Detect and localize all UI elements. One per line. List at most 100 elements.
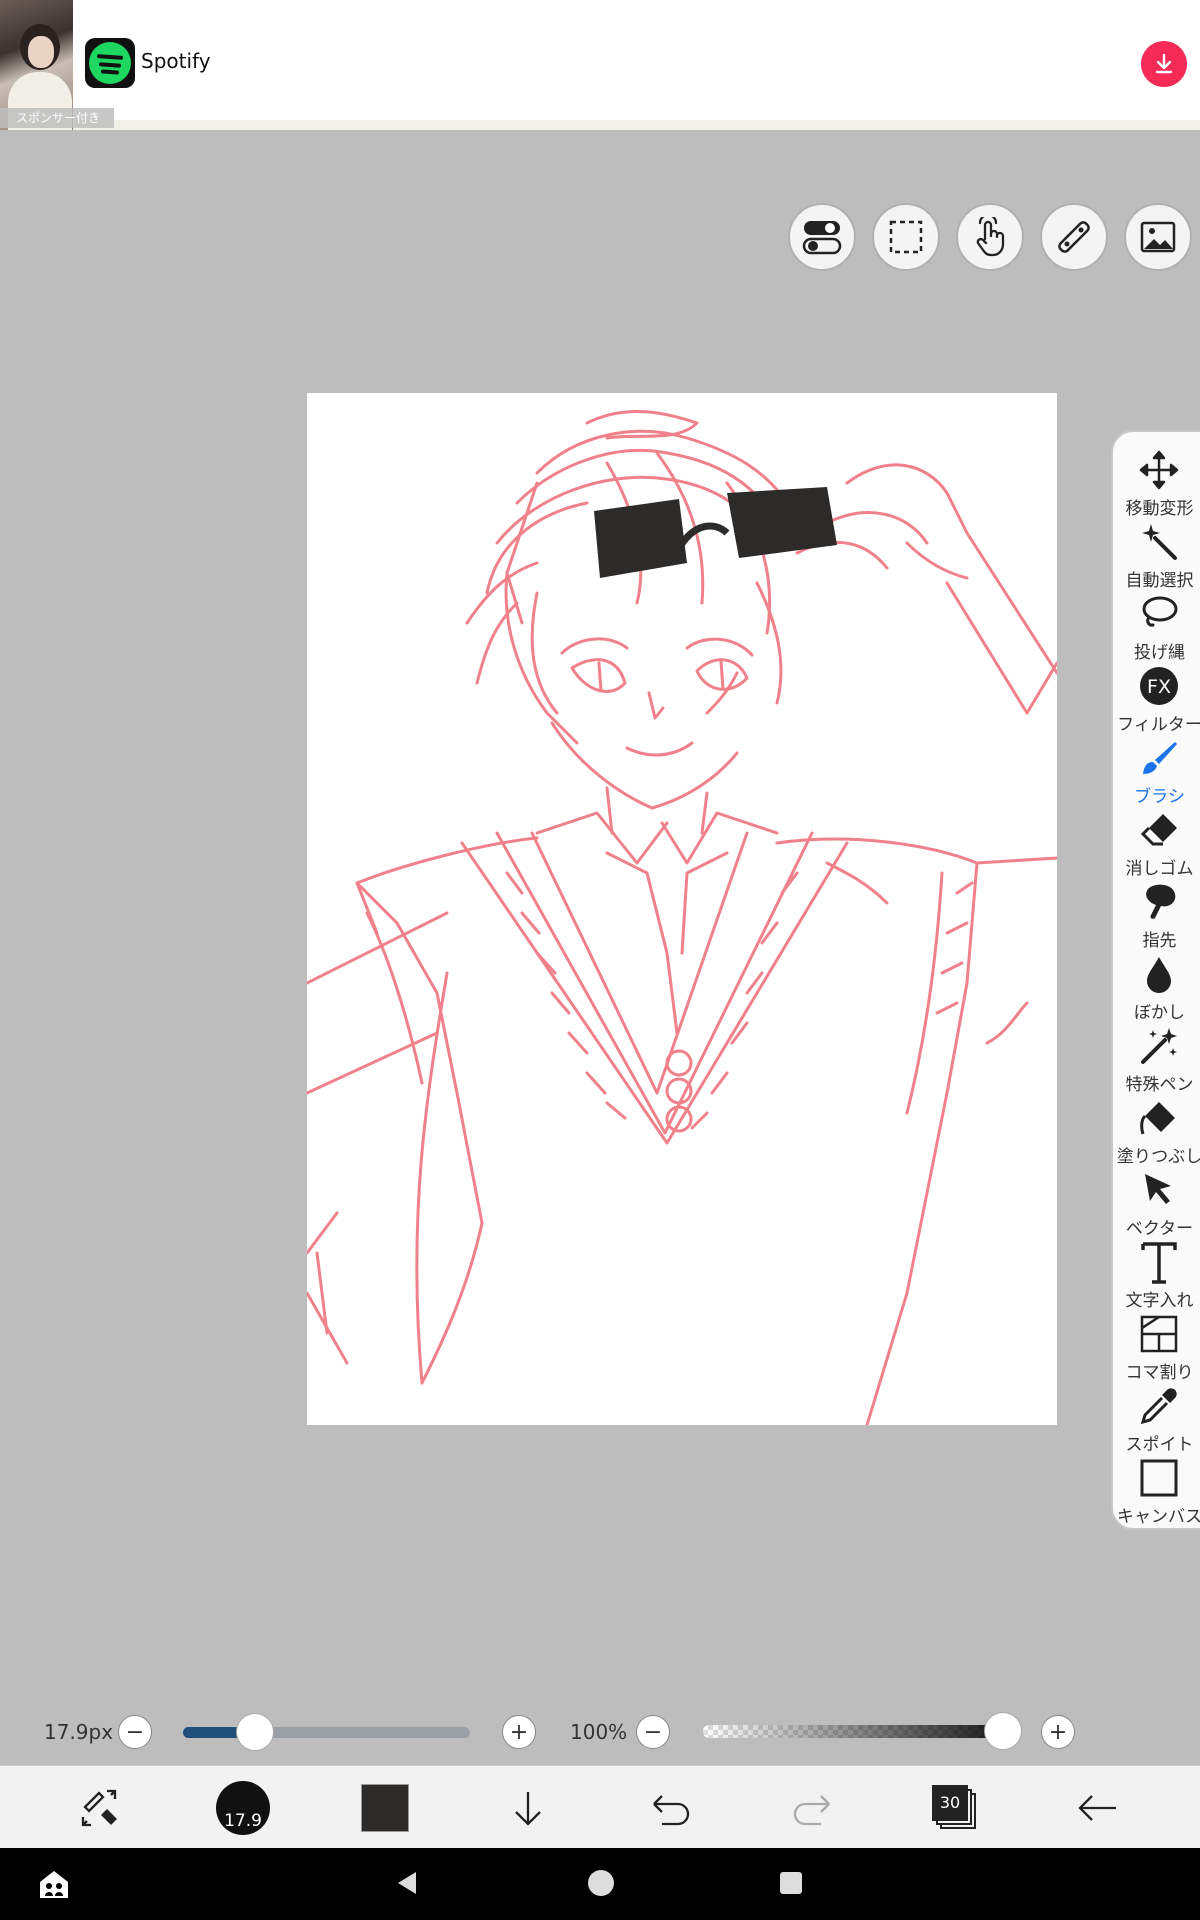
- download-icon: [1155, 53, 1173, 74]
- tool-label: 文字入れ: [1125, 1291, 1194, 1311]
- bottom-toolbar: 17.9 30: [0, 1765, 1200, 1848]
- tool-label: スポイト: [1125, 1435, 1194, 1455]
- tool-special-pen[interactable]: 特殊ペン: [1113, 1022, 1200, 1095]
- layers-icon: 30: [932, 1784, 978, 1831]
- tool-label: 消しゴム: [1125, 859, 1194, 879]
- vector-cursor-icon: [1145, 1174, 1171, 1204]
- opacity-minus-button[interactable]: −: [636, 1715, 670, 1749]
- tool-blur[interactable]: ぼかし: [1113, 950, 1200, 1023]
- current-color-swatch: [361, 1783, 409, 1832]
- tool-panel-divide[interactable]: コマ割り: [1113, 1310, 1200, 1383]
- hand-button[interactable]: [956, 203, 1024, 271]
- tool-label: ブラシ: [1134, 787, 1185, 807]
- opacity-value: 100%: [570, 1720, 628, 1744]
- layer-count: 30: [932, 1784, 968, 1821]
- arrow-down-icon: [515, 1791, 541, 1826]
- special-pen-icon: [1141, 1028, 1177, 1064]
- tool-label: フィルター: [1117, 715, 1200, 735]
- save-download-button[interactable]: [488, 1766, 568, 1849]
- opacity-plus-button[interactable]: +: [1041, 1715, 1075, 1749]
- tool-fill[interactable]: 塗りつぶし: [1113, 1094, 1200, 1167]
- layers-button[interactable]: 30: [915, 1766, 995, 1849]
- image-icon: [1140, 221, 1176, 253]
- ad-title[interactable]: Spotify: [141, 49, 211, 73]
- tool-label: 投げ縄: [1134, 643, 1185, 663]
- undo-button[interactable]: [630, 1766, 710, 1849]
- ad-sponsor-label: スポンサー付き: [0, 108, 114, 128]
- tool-brush[interactable]: ブラシ: [1113, 734, 1200, 807]
- tool-label: 自動選択: [1125, 571, 1194, 591]
- move-arrows-icon: [1139, 450, 1179, 490]
- arrow-left-icon: [1078, 1794, 1116, 1821]
- svg-text:FX: FX: [1147, 676, 1171, 698]
- lasso-icon: [1142, 596, 1178, 627]
- magic-wand-icon: [1142, 524, 1177, 560]
- sketch-drawing: [307, 410, 1057, 1425]
- tool-label: コマ割り: [1125, 1363, 1194, 1383]
- text-icon: [1141, 1242, 1177, 1284]
- marquee-select-icon: [889, 220, 923, 254]
- material-button[interactable]: [1124, 203, 1192, 271]
- panel-divide-icon: [1140, 1315, 1178, 1353]
- brush-icon: [1143, 742, 1177, 774]
- tool-auto-select[interactable]: 自動選択: [1113, 518, 1200, 591]
- tool-move-transform[interactable]: 移動変形: [1113, 446, 1200, 519]
- color-swatch-button[interactable]: [345, 1766, 425, 1849]
- brush-size-badge: 17.9: [216, 1780, 270, 1835]
- smudge-finger-icon: [1146, 884, 1176, 919]
- brush-size-preview-button[interactable]: 17.9: [203, 1766, 283, 1849]
- tool-label: 塗りつぶし: [1116, 1147, 1200, 1167]
- nav-back-button[interactable]: [392, 1868, 426, 1902]
- eyedropper-icon: [1140, 1388, 1177, 1425]
- ad-banner[interactable]: スポンサー付き Spotify: [0, 0, 1200, 130]
- fill-bucket-icon: [1140, 1102, 1175, 1135]
- back-button[interactable]: [1058, 1766, 1138, 1849]
- download-button[interactable]: [1141, 41, 1187, 87]
- tool-eyedropper[interactable]: スポイト: [1113, 1382, 1200, 1455]
- accessibility-button[interactable]: [36, 1866, 76, 1902]
- toggle-settings-button[interactable]: [788, 203, 856, 271]
- brush-eraser-swap-button[interactable]: [60, 1766, 140, 1849]
- drawing-canvas[interactable]: [307, 393, 1057, 1425]
- tool-label: 特殊ペン: [1125, 1075, 1194, 1095]
- nav-recents-button[interactable]: [780, 1872, 802, 1894]
- tool-label: キャンバス: [1117, 1507, 1200, 1527]
- brush-size-plus-button[interactable]: +: [502, 1715, 536, 1749]
- home-people-icon: [40, 1871, 68, 1898]
- canvas-icon: [1140, 1459, 1178, 1497]
- tool-eraser[interactable]: 消しゴム: [1113, 806, 1200, 879]
- tool-label: 指先: [1142, 931, 1177, 951]
- toggle-icon: [802, 221, 842, 255]
- redo-icon: [793, 1794, 830, 1825]
- opacity-slider[interactable]: [703, 1712, 1022, 1750]
- tool-vector[interactable]: ベクター: [1113, 1166, 1200, 1239]
- nav-home-button[interactable]: [588, 1870, 614, 1896]
- redo-button[interactable]: [773, 1766, 853, 1849]
- system-nav-bar: [0, 1848, 1200, 1920]
- opacity-knob[interactable]: [984, 1712, 1022, 1750]
- blur-drop-icon: [1147, 957, 1171, 993]
- brush-size-minus-button[interactable]: −: [118, 1715, 152, 1749]
- fx-icon: FX: [1140, 667, 1178, 705]
- pen-eraser-swap-icon: [81, 1789, 117, 1826]
- hand-tap-icon: [976, 217, 1005, 257]
- tool-canvas[interactable]: キャンバス: [1113, 1454, 1200, 1527]
- eraser-icon: [1140, 814, 1177, 846]
- brush-size-slider[interactable]: [183, 1713, 470, 1751]
- ruler-icon: [1058, 221, 1090, 253]
- selection-button[interactable]: [872, 203, 940, 271]
- spotify-logo-icon[interactable]: [85, 38, 135, 88]
- ruler-button[interactable]: [1040, 203, 1108, 271]
- brush-size-knob[interactable]: [235, 1713, 274, 1751]
- undo-icon: [653, 1794, 690, 1825]
- tool-lasso[interactable]: 投げ縄: [1113, 590, 1200, 663]
- tool-text[interactable]: 文字入れ: [1113, 1238, 1200, 1311]
- tool-label: ぼかし: [1134, 1003, 1185, 1023]
- tool-label: 移動変形: [1125, 499, 1194, 519]
- tool-filter[interactable]: FX フィルター: [1113, 662, 1200, 735]
- triangle-back-icon: [398, 1872, 416, 1894]
- tool-palette: 移動変形 自動選択 投げ縄 FX フィルター ブラシ 消しゴム 指先 ぼかし 特…: [1111, 430, 1200, 1530]
- tool-smudge[interactable]: 指先: [1113, 878, 1200, 951]
- tool-label: ベクター: [1125, 1219, 1194, 1239]
- brush-size-value: 17.9px: [44, 1720, 114, 1744]
